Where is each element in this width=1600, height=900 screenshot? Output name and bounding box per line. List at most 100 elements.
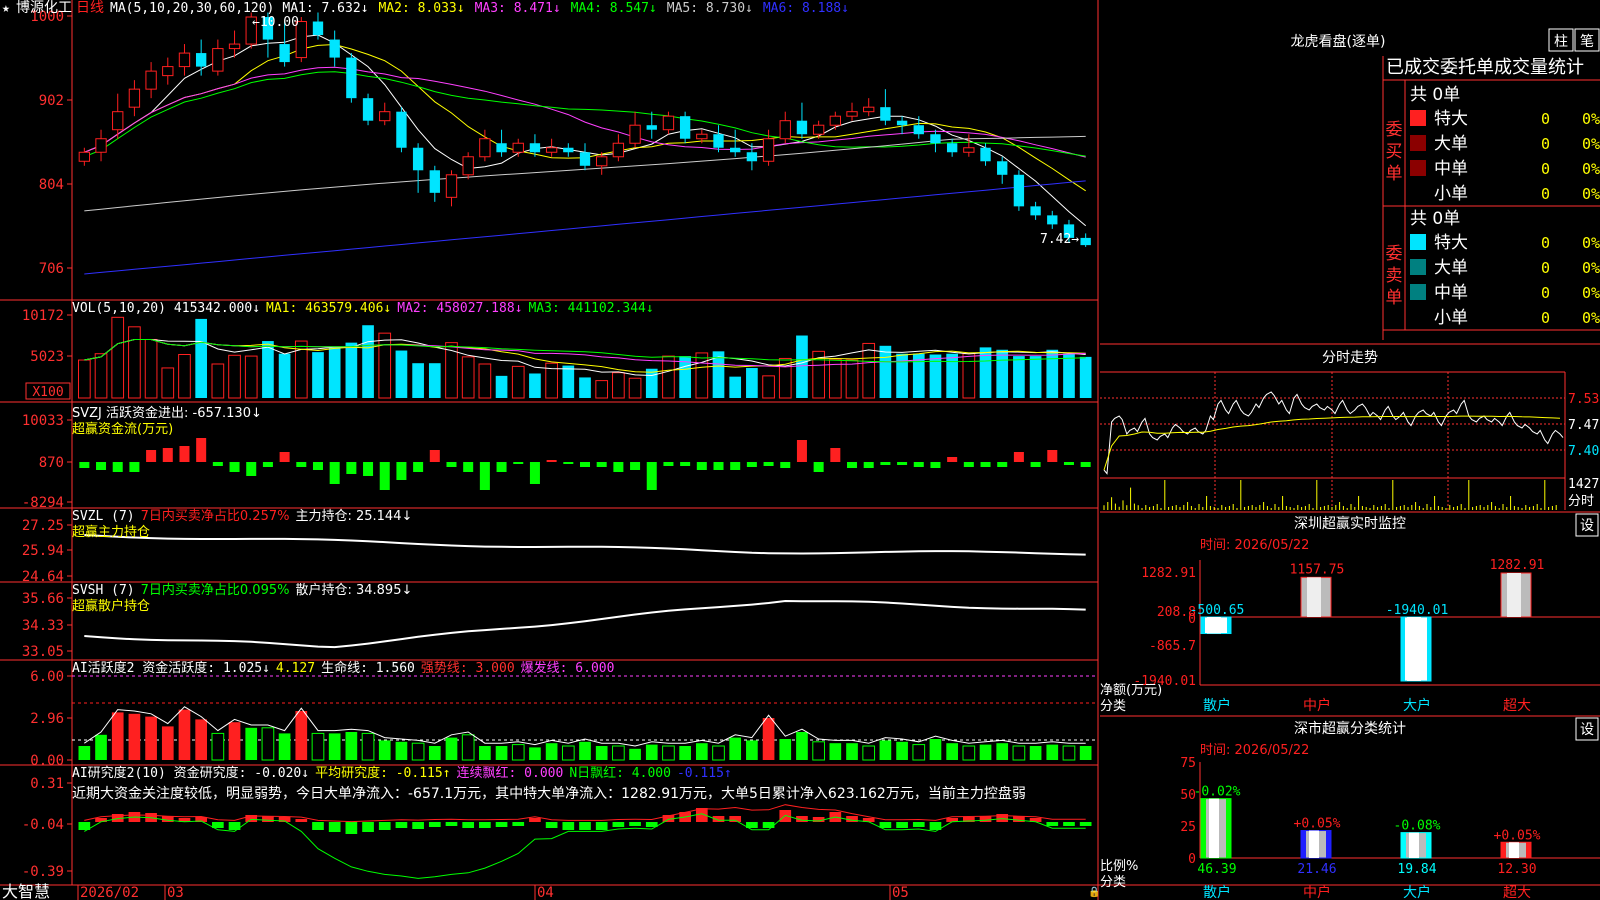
y-tick-label: 804 (39, 177, 64, 193)
fund-flow-bar-down (262, 462, 273, 467)
monitor-y-title: 净额(万元) (1100, 683, 1162, 698)
research-bar-down (562, 822, 575, 830)
fund-flow-bar-down (296, 462, 307, 467)
classify-time: 时间: 2026/05/22 (1200, 743, 1309, 758)
indicator-value: MA2: 458027.188↓ (397, 301, 522, 316)
activity-bar-hollow (311, 732, 325, 761)
fund-flow-bar-down (112, 462, 123, 472)
indicator-value: MA2: 8.033↓ (378, 1, 464, 16)
vol-bar-up (128, 326, 141, 399)
classify-bar-core (1309, 830, 1319, 858)
vol-bar-up (244, 355, 258, 399)
candle-down (730, 147, 741, 153)
vol-bar-up (211, 363, 225, 399)
candle-down (997, 161, 1008, 175)
candle-up (95, 138, 107, 153)
vol-bar-down (328, 347, 341, 398)
research-bar-down (629, 822, 641, 826)
indicator-value: N日飘红: 4.000 (569, 765, 671, 781)
y-tick-label: 5023 (30, 349, 64, 365)
candle-down (1030, 206, 1041, 216)
fund-flow-bar-down (363, 462, 374, 476)
candle-up (963, 147, 975, 153)
activity-bar-strong (178, 709, 191, 760)
classify-bar-edge (1301, 830, 1306, 858)
sell-row-name: 中单 (1434, 283, 1468, 303)
candle-down (880, 107, 891, 121)
vol-bar-down (395, 350, 408, 398)
fund-flow-bar-up (196, 438, 207, 462)
candle-down (496, 143, 507, 153)
svzl-ratio: 7日内买卖净占比0.257% (141, 508, 290, 524)
research-comment: 近期大资金关注度较低，明显弱势，今日大单净流入：-657.1万元，其中特大单净流… (72, 785, 1026, 802)
classify-bar-edge (1501, 842, 1506, 858)
activity-bar (479, 746, 491, 760)
sell-row-pct: 0% (1582, 259, 1600, 277)
fenshi-tick: 7.53 (1568, 392, 1599, 407)
vol-bar-up (612, 372, 625, 399)
activity-bar-hollow (361, 732, 375, 761)
sell-total: 共 0单 (1410, 209, 1460, 229)
indicator-value: 生命线: 1.560 (321, 660, 415, 676)
monitor-bar-edge (1401, 617, 1405, 681)
indicator-value: AI研究度2(10) 资金研究度: -0.020↓ (72, 765, 309, 781)
sell-swatch (1410, 259, 1426, 275)
stock-chart-canvas[interactable]: 1000902804706←10.007.42→★ 博源化工 日线 MA(5,10,2… (0, 0, 1600, 900)
classify-bar-edge (1426, 832, 1431, 858)
activity-bar (529, 747, 541, 760)
monitor-bar-edge (1227, 617, 1231, 634)
fund-flow-bar-down (730, 462, 741, 470)
candle-up (212, 48, 224, 72)
fund-flow-bar-down (630, 462, 641, 470)
indicator-value: 连续飘红: 0.000 (457, 765, 564, 781)
candle-up (762, 138, 775, 162)
buy-swatch (1410, 110, 1426, 126)
vol-bar-up (94, 353, 108, 399)
candle-up (829, 115, 842, 126)
fund-flow-bar-down (379, 462, 390, 490)
fund-flow-bar-down (963, 462, 974, 467)
activity-bar (729, 737, 742, 760)
research-bar-down (1079, 822, 1092, 826)
vol-bar-down (428, 363, 441, 398)
vol-bar-up (161, 367, 175, 399)
monitor-bar-core (1407, 617, 1421, 681)
classify-bar-edge (1401, 832, 1406, 858)
activity-bar-strong (762, 718, 775, 760)
monitor-value-label: -1940.01 (1386, 603, 1449, 618)
candle-up (612, 142, 625, 158)
candle-down (946, 143, 958, 153)
ma120-line (84, 180, 1086, 275)
research-bar-down (395, 822, 408, 828)
indicator-value: 415342.000↓ (174, 301, 260, 316)
fund-flow-bar-down (346, 462, 357, 474)
classify-settings-label: 设 (1580, 722, 1594, 738)
candle-down (713, 134, 724, 148)
svsh-ratio: 7日内买卖净占比0.095% (141, 582, 290, 598)
activity-bar (278, 733, 291, 760)
fund-flow-bar-up (947, 457, 958, 462)
candle-up (128, 88, 141, 108)
activity-bar (979, 744, 992, 760)
buy-row-qty: 0 (1541, 160, 1550, 178)
fenshi-vol-tick: 14270 (1568, 477, 1600, 492)
vol-label: VOL(5,10,20) (72, 301, 166, 316)
indicator-value: 强势线: 3.000 (421, 660, 515, 676)
candle-up (863, 106, 875, 113)
classify-category: 散户 (1203, 884, 1231, 900)
activity-bar (78, 746, 91, 760)
candle-down (579, 152, 591, 166)
classify-x-title: 分类 (1100, 875, 1126, 890)
buy-row-name: 中单 (1434, 159, 1468, 179)
vol-bar-up (662, 355, 675, 399)
activity-bar (1046, 744, 1059, 760)
fund-flow-bar-up (1013, 452, 1024, 462)
fund-flow-bar-down (930, 462, 941, 468)
candle-down (396, 111, 407, 148)
fund-flow-bar-down (396, 462, 407, 480)
vol-bar-down (1013, 356, 1025, 398)
x-tick-label: 04 (537, 885, 554, 900)
classify-category: 中户 (1303, 884, 1331, 900)
activity-bar (328, 733, 341, 760)
vol-bar-down (262, 341, 274, 398)
